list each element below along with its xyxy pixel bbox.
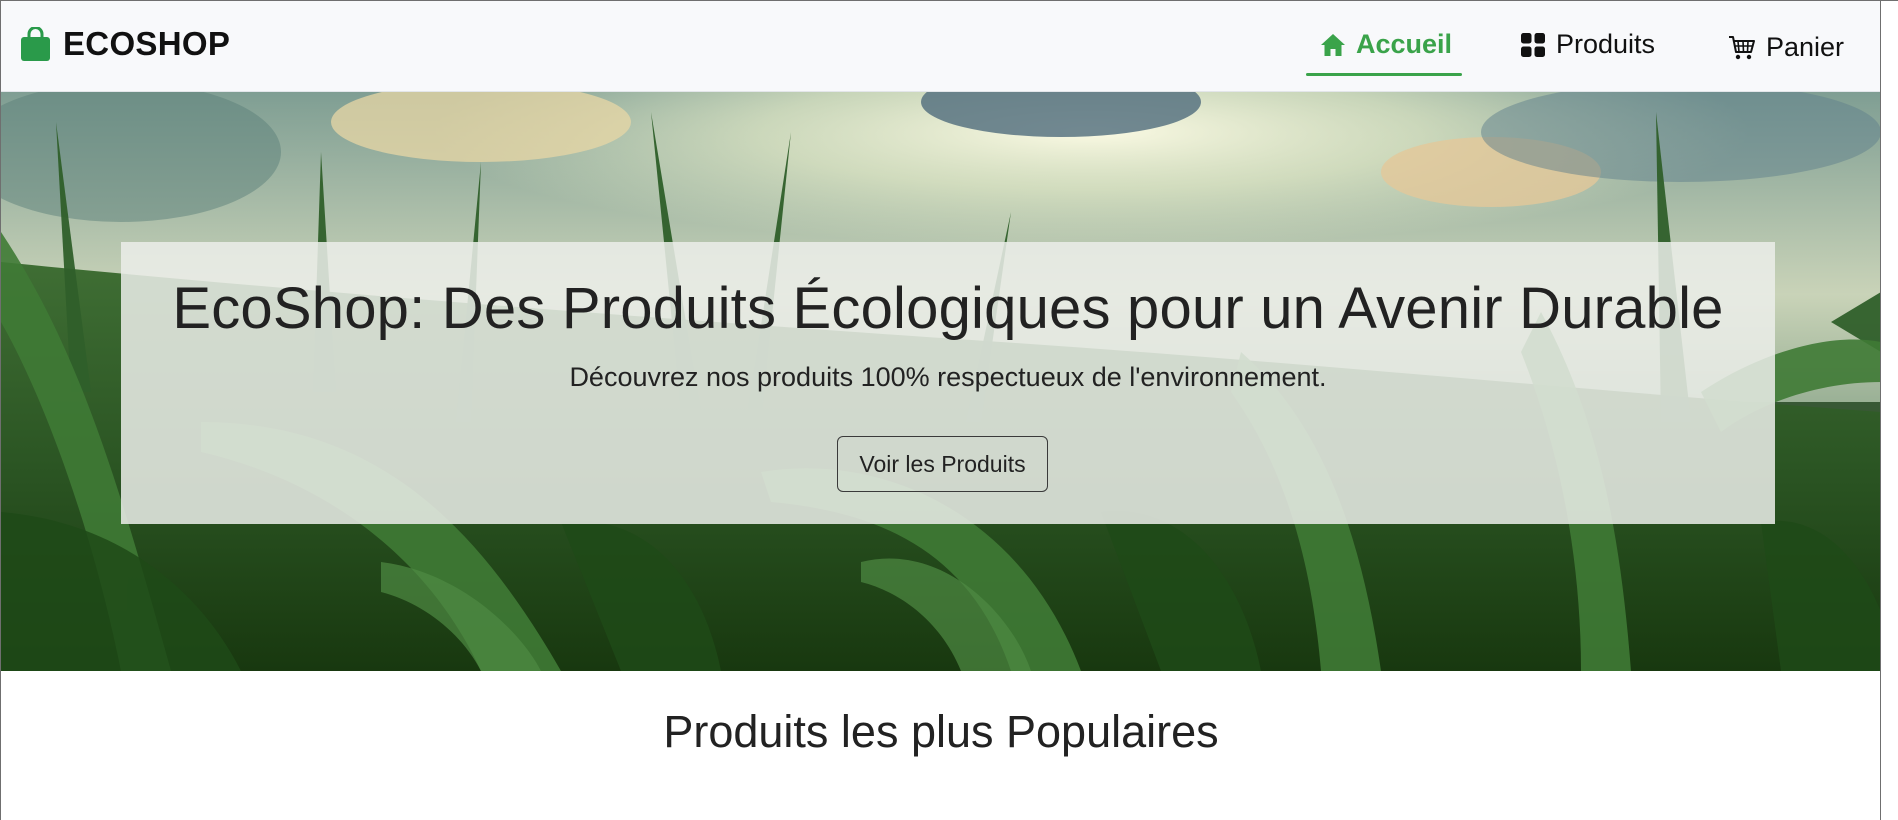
popular-products-heading: Produits les plus Populaires [663, 706, 1219, 757]
home-icon [1320, 32, 1346, 58]
page: ECOSHOP Accueil Produits Panier EcoShop:… [0, 0, 1898, 820]
grid-icon [1520, 32, 1546, 58]
nav-item-label: Panier [1766, 32, 1845, 62]
hero-banner: EcoShop: Des Produits Écologiques pour u… [1, 92, 1881, 671]
nav-item-panier[interactable]: Panier [1728, 2, 1844, 93]
nav-item-label: Accueil [1356, 29, 1453, 59]
nav-item-label: Produits [1556, 29, 1656, 59]
hero-title: EcoShop: Des Produits Écologiques pour u… [172, 276, 1724, 341]
nav-links: Accueil Produits Panier [1, 1, 1881, 92]
hero-overlay-card: EcoShop: Des Produits Écologiques pour u… [121, 242, 1775, 524]
view-products-button[interactable]: Voir les Produits [837, 436, 1048, 492]
hero-subtitle: Découvrez nos produits 100% respectueux … [569, 362, 1327, 392]
nav-item-produits[interactable]: Produits [1520, 1, 1656, 90]
navbar: ECOSHOP Accueil Produits Panier [1, 1, 1881, 92]
nav-item-accueil[interactable]: Accueil [1306, 1, 1462, 90]
cart-icon [1728, 35, 1756, 61]
window-edge [1880, 1, 1898, 820]
